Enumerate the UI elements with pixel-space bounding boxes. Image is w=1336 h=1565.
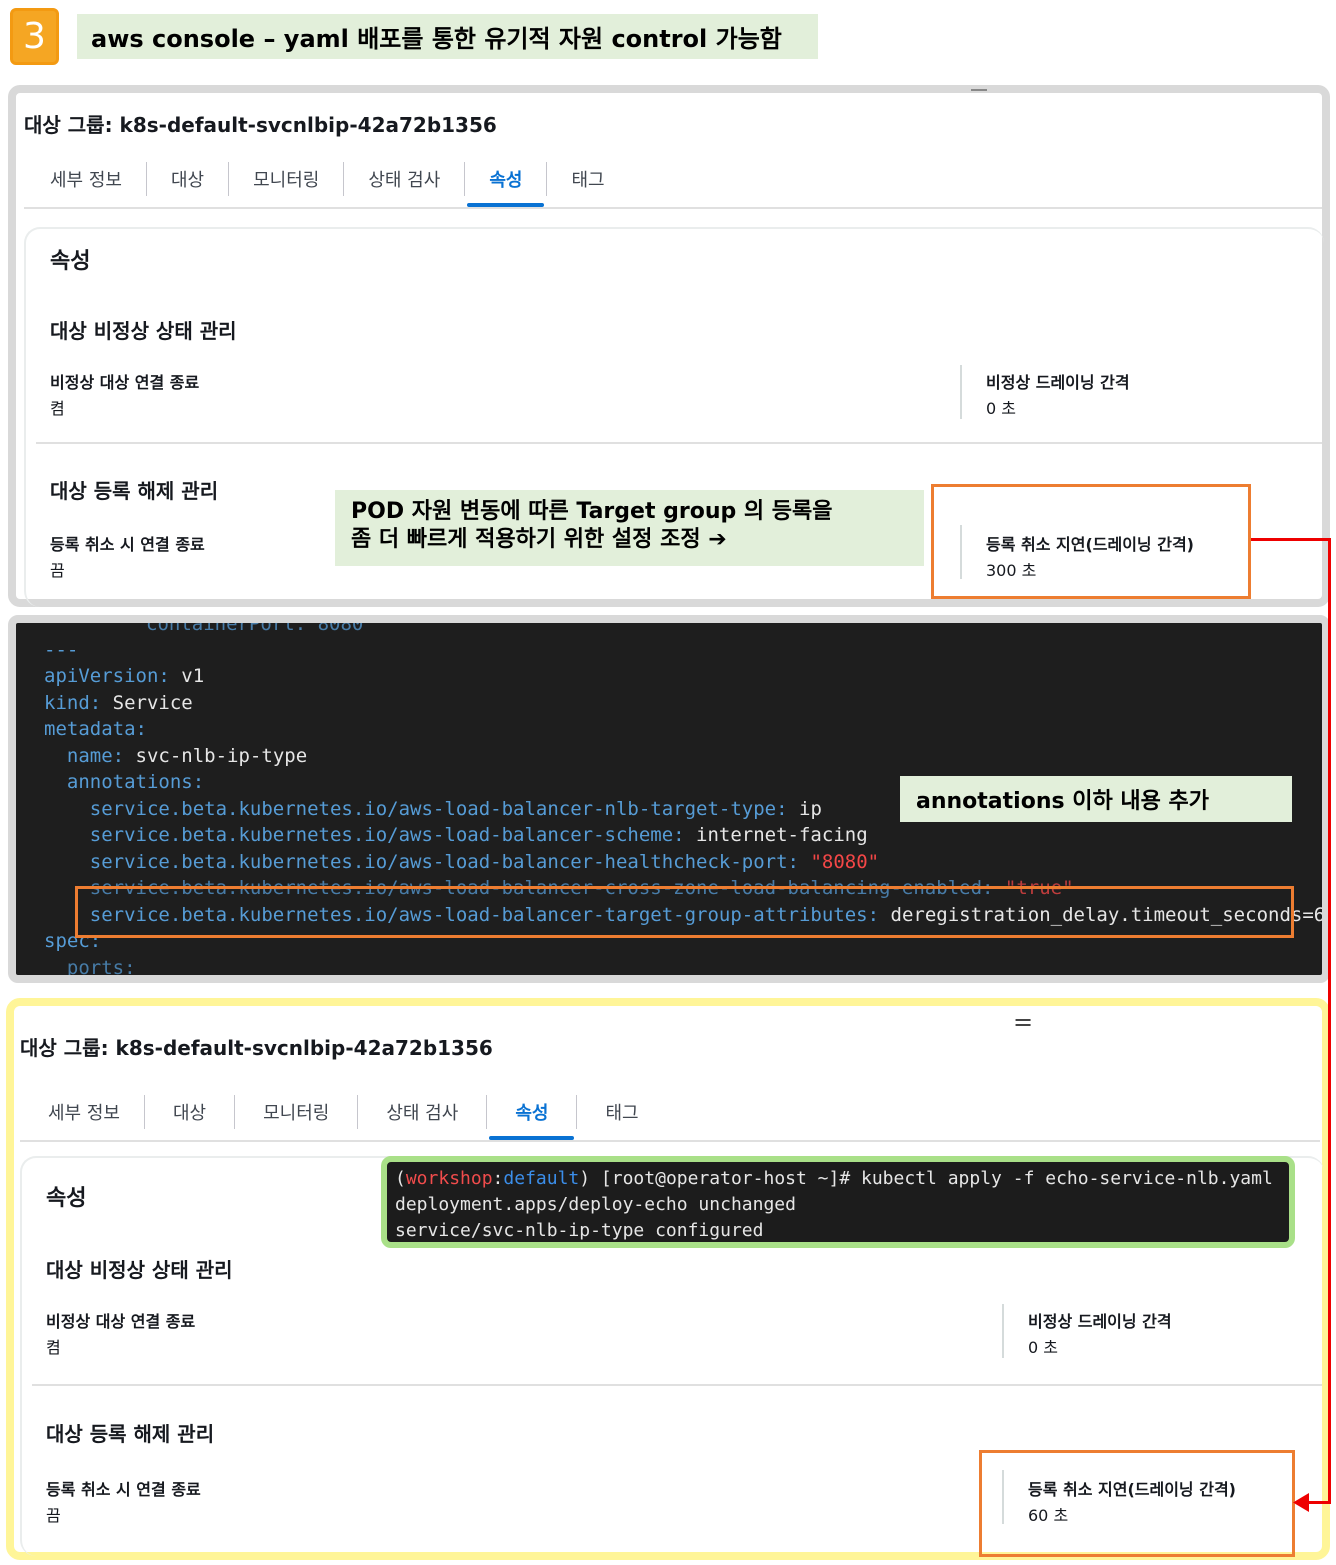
- code-line-annotation-1: service.beta.kubernetes.io/aws-load-bala…: [89, 798, 822, 820]
- highlight-box-dereg-delay-after: [979, 1450, 1295, 1557]
- code-line-kind: kind: Service: [44, 692, 193, 714]
- tab-details[interactable]: 세부 정보: [26, 157, 146, 201]
- unhealthy-drain-label: 비정상 드레이닝 간격: [1028, 1312, 1172, 1331]
- dereg-conn-term-value: 끔: [46, 1506, 61, 1525]
- section-divider: [32, 1384, 1322, 1386]
- dereg-conn-term-label: 등록 취소 시 연결 종료: [50, 535, 205, 554]
- dereg-section-title: 대상 등록 해제 관리: [46, 1422, 215, 1446]
- section-title: 속성: [46, 1186, 87, 1211]
- tab-attributes[interactable]: 속성: [465, 157, 546, 207]
- unhealthy-conn-term-value: 켬: [50, 399, 65, 418]
- code-line-annotation-2: service.beta.kubernetes.io/aws-load-bala…: [89, 824, 868, 846]
- annotation-note-pod: POD 자원 변동에 따른 Target group 의 등록을 좀 더 빠르게…: [335, 490, 924, 566]
- step-number-badge: 3: [10, 8, 59, 65]
- code-line-metadata: metadata:: [44, 718, 147, 740]
- tab-targets[interactable]: 대상: [147, 157, 228, 201]
- connector-arrow-top: [1251, 538, 1331, 541]
- dereg-conn-term-value: 끔: [50, 561, 65, 580]
- note-line-2: 좀 더 빠르게 적용하기 위한 설정 조정 ➔: [351, 527, 727, 552]
- tab-details[interactable]: 세부 정보: [24, 1090, 144, 1134]
- tab-targets[interactable]: 대상: [145, 1090, 234, 1134]
- tab-health-checks[interactable]: 상태 검사: [358, 1090, 486, 1134]
- tab-monitoring[interactable]: 모니터링: [229, 157, 343, 201]
- slide-title: aws console – yaml 배포를 통한 유기적 자원 control…: [77, 14, 818, 59]
- unhealthy-conn-term-label: 비정상 대상 연결 종료: [46, 1312, 196, 1331]
- dereg-conn-term-label: 등록 취소 시 연결 종료: [46, 1480, 201, 1499]
- code-line-apiversion: apiVersion: v1: [44, 665, 205, 687]
- terminal-command-line: (workshop:default) [root@operator-host ~…: [395, 1168, 1273, 1189]
- target-group-title: 대상 그룹: k8s-default-svcnlbip-42a72b1356: [20, 1036, 493, 1060]
- highlight-box-new-annotation: [75, 886, 1294, 938]
- unhealthy-drain-label: 비정상 드레이닝 간격: [986, 373, 1130, 392]
- window-dash: [971, 89, 987, 91]
- code-line-ports: ports:: [66, 957, 136, 979]
- tab-underline: [20, 1140, 1320, 1142]
- note-line-1: POD 자원 변동에 따른 Target group 의 등록을: [351, 499, 833, 524]
- terminal-output-line-1: deployment.apps/deploy-echo unchanged: [395, 1194, 796, 1215]
- code-line-annotation-3: service.beta.kubernetes.io/aws-load-bala…: [89, 851, 880, 873]
- terminal-output-line-2: service/svc-nlb-ip-type configured: [395, 1220, 764, 1241]
- tab-attributes[interactable]: 속성: [487, 1090, 576, 1140]
- terminal-output: (workshop:default) [root@operator-host ~…: [381, 1156, 1295, 1248]
- code-line-name: name: svc-nlb-ip-type: [66, 745, 308, 767]
- target-group-title: 대상 그룹: k8s-default-svcnlbip-42a72b1356: [24, 113, 497, 137]
- equals-sign: =: [1013, 1008, 1034, 1036]
- tab-monitoring[interactable]: 모니터링: [235, 1090, 357, 1134]
- code-line-doc-sep: ---: [44, 639, 79, 661]
- highlight-box-dereg-delay-before: [931, 484, 1251, 599]
- dereg-section-title: 대상 등록 해제 관리: [50, 479, 219, 503]
- unhealthy-drain-value: 0 초: [986, 399, 1016, 418]
- tab-underline: [24, 207, 1322, 209]
- unhealthy-section-title: 대상 비정상 상태 관리: [50, 319, 237, 343]
- arrow-head-icon: [1293, 1493, 1309, 1512]
- unhealthy-conn-term-value: 켬: [46, 1338, 61, 1357]
- tab-bar: 세부 정보 대상 모니터링 상태 검사 속성 태그: [24, 1090, 667, 1140]
- column-divider: [1002, 1304, 1004, 1358]
- section-divider: [36, 442, 1322, 444]
- connector-arrow-bottom: [1306, 1501, 1331, 1504]
- column-divider: [960, 365, 962, 419]
- code-line-partial: containerPort: 8080: [146, 615, 364, 635]
- tab-tags[interactable]: 태그: [577, 1090, 666, 1134]
- section-title: 속성: [50, 249, 91, 274]
- tab-health-checks[interactable]: 상태 검사: [344, 157, 464, 201]
- unhealthy-section-title: 대상 비정상 상태 관리: [46, 1258, 233, 1282]
- tab-tags[interactable]: 태그: [547, 157, 628, 201]
- tab-bar: 세부 정보 대상 모니터링 상태 검사 속성 태그: [26, 157, 629, 207]
- connector-arrow-vertical: [1328, 538, 1331, 1504]
- unhealthy-conn-term-label: 비정상 대상 연결 종료: [50, 373, 200, 392]
- annotation-note-annotations: annotations 이하 내용 추가: [900, 776, 1292, 822]
- unhealthy-drain-value: 0 초: [1028, 1338, 1058, 1357]
- code-line-annotations: annotations:: [66, 771, 205, 793]
